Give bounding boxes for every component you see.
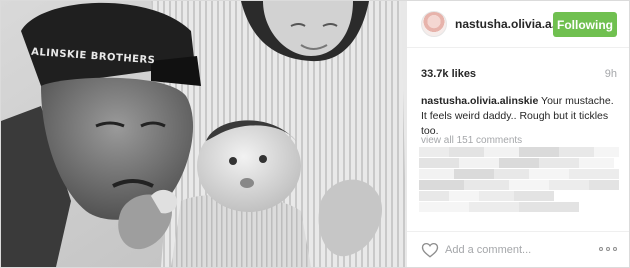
following-button[interactable]: Following [553,12,617,37]
post-stats: 33.7k likes 9h [421,68,617,82]
pixel-block [594,147,619,157]
pixel-block [469,202,519,212]
pixel-block [529,169,569,179]
pixel-block [494,169,529,179]
pixel-block [549,180,589,190]
add-comment-input[interactable] [443,240,587,260]
pixel-block [579,158,614,168]
pixel-block [519,202,579,212]
post-side-panel: nastusha.olivia.a... Following 33.7k lik… [407,1,629,267]
pixel-block [419,202,469,212]
likes-count[interactable]: 33.7k likes [421,68,476,80]
more-options-icon[interactable] [599,247,617,253]
pixel-block [589,180,619,190]
pixel-block [419,169,454,179]
pixel-block [479,191,514,201]
pixel-block [464,180,509,190]
caption-username-link[interactable]: nastusha.olivia.alinskie [421,95,538,107]
pixel-block [419,158,459,168]
pixel-block [569,169,619,179]
pixelated-comments [419,147,619,215]
pixel-block [559,147,594,157]
pixel-block [454,169,494,179]
post-photo[interactable]: ALINSKIE BROTHERS [1,1,407,267]
pixel-block [449,191,479,201]
post-caption: nastusha.olivia.alinskie Your mustache. … [421,94,617,139]
pixel-block [514,191,554,201]
pixel-block [449,147,484,157]
heart-outline-icon[interactable] [421,241,439,259]
pixel-block [419,147,449,157]
view-all-comments-link[interactable]: view all 151 comments [421,135,522,146]
post-image-black-white [1,1,407,267]
instagram-post: ALINSKIE BROTHERS nastusha.olivia.a... F… [0,0,630,268]
pixel-block [419,191,449,201]
post-timestamp[interactable]: 9h [605,68,617,80]
avatar[interactable] [421,11,447,37]
pixel-block [419,180,464,190]
username-link[interactable]: nastusha.olivia.a... [455,17,562,31]
pixel-block [499,158,539,168]
post-footer [407,231,629,267]
pixel-block [459,158,499,168]
pixel-block [509,180,549,190]
pixel-block [484,147,519,157]
pixel-block [519,147,559,157]
post-header: nastusha.olivia.a... Following [407,1,629,48]
pixel-block [539,158,579,168]
